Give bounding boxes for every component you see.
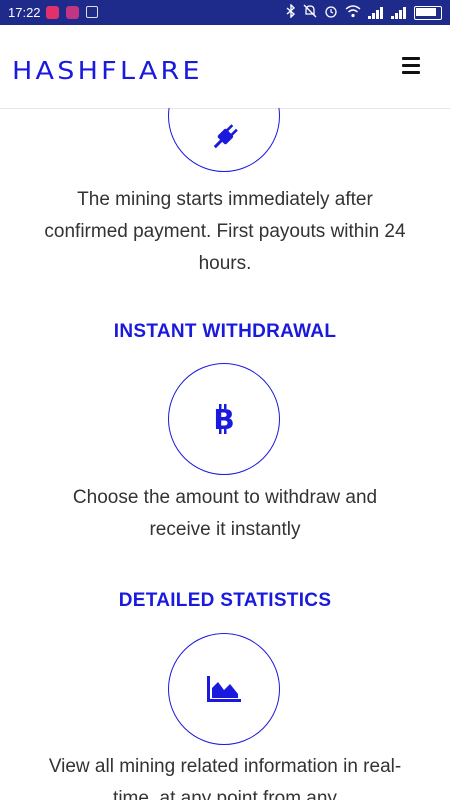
feature-description: Choose the amount to withdraw and receiv…: [72, 487, 378, 540]
feature-icon-circle: [168, 633, 280, 745]
site-header: HASHFLARE: [0, 25, 450, 109]
status-time: 17:22: [8, 5, 41, 20]
notification-icon: [86, 6, 98, 18]
feature-title: DETAILED STATISTICS: [118, 590, 332, 611]
status-bar: 17:22: [0, 0, 450, 25]
mute-icon: [303, 4, 317, 21]
feature-description: The mining starts immediately after conf…: [44, 189, 406, 274]
status-icons: [286, 3, 442, 21]
wifi-icon: [345, 4, 361, 21]
feature-icon-circle: [168, 108, 280, 172]
feature-icon-circle: B: [168, 363, 280, 475]
features-section: The mining starts immediately after conf…: [0, 108, 450, 800]
plug-icon: [213, 124, 238, 149]
battery-icon: [414, 5, 442, 20]
instagram-notification-icon: [66, 6, 79, 19]
alarm-icon: [324, 4, 338, 21]
bluetooth-icon: [286, 3, 296, 21]
bitcoin-icon: B: [213, 403, 234, 436]
instagram-notification-icon: [46, 6, 59, 19]
signal-icon: [391, 6, 407, 19]
feature-title: INSTANT WITHDRAWAL: [113, 321, 337, 342]
hamburger-menu-icon[interactable]: [402, 57, 420, 75]
feature-description: View all mining related information in r…: [48, 756, 402, 800]
signal-icon: [368, 6, 384, 19]
area-chart-icon: [207, 676, 241, 702]
hashflare-logo[interactable]: HASHFLARE: [12, 56, 203, 85]
